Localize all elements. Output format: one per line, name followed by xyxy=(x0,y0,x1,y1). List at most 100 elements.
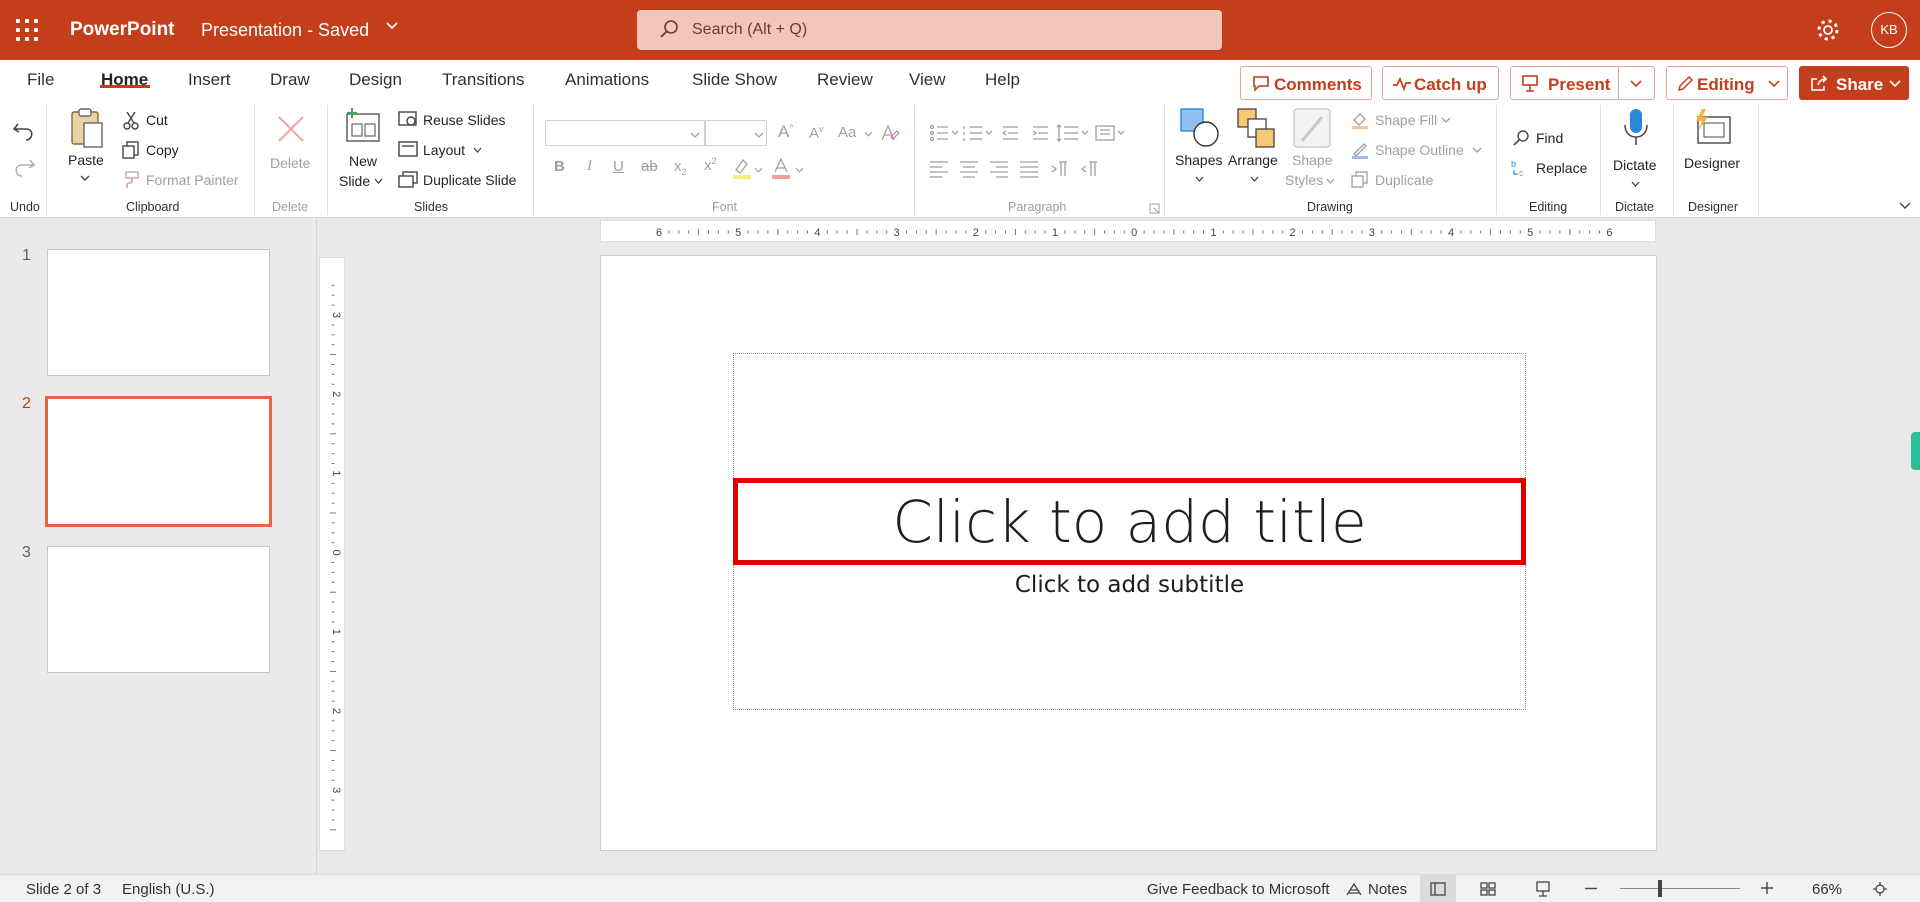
tab-draw[interactable]: Draw xyxy=(270,70,310,90)
delete-icon[interactable] xyxy=(276,114,306,144)
notes-button[interactable]: Notes xyxy=(1368,881,1407,898)
document-title[interactable]: Presentation - Saved xyxy=(201,20,369,41)
replace-button[interactable]: Replace xyxy=(1536,160,1587,176)
chevron-down-icon[interactable] xyxy=(1194,175,1205,184)
subtitle-placeholder[interactable]: Click to add subtitle xyxy=(733,572,1526,598)
title-placeholder[interactable]: Click to add title xyxy=(733,478,1526,565)
comments-button[interactable]: Comments xyxy=(1240,66,1372,100)
tab-help[interactable]: Help xyxy=(985,70,1020,90)
paste-icon[interactable] xyxy=(70,107,104,149)
shape-styles-label-1[interactable]: Shape xyxy=(1292,152,1332,168)
layout-button[interactable]: Layout xyxy=(423,142,465,158)
designer-icon[interactable] xyxy=(1692,107,1732,147)
arrange-button[interactable]: Arrange xyxy=(1228,152,1278,168)
tab-transitions[interactable]: Transitions xyxy=(442,70,525,90)
chevron-down-icon[interactable] xyxy=(864,130,873,138)
undo-icon[interactable] xyxy=(12,120,36,142)
new-slide-icon[interactable] xyxy=(344,106,382,144)
duplicate-slide-button[interactable]: Duplicate Slide xyxy=(423,172,516,188)
copy-button[interactable]: Copy xyxy=(146,142,179,158)
designer-button[interactable]: Designer xyxy=(1684,155,1740,171)
chevron-down-icon[interactable] xyxy=(472,146,483,155)
microphone-icon[interactable] xyxy=(1622,107,1650,149)
chevron-down-icon[interactable] xyxy=(385,18,399,37)
format-painter-button[interactable]: Format Painter xyxy=(146,172,239,188)
superscript-button[interactable]: x2 xyxy=(704,156,717,174)
present-button[interactable]: Present xyxy=(1510,66,1655,100)
new-slide-label-2[interactable]: Slide xyxy=(339,173,370,189)
tab-review[interactable]: Review xyxy=(817,70,873,90)
slide-thumbnail-3[interactable] xyxy=(47,546,270,673)
strikethrough-button[interactable]: ab xyxy=(641,158,658,175)
chevron-down-icon[interactable] xyxy=(373,177,384,186)
dialog-launcher-icon[interactable] xyxy=(1149,203,1160,214)
shape-fill-button[interactable]: Shape Fill xyxy=(1375,112,1437,128)
reuse-slides-button[interactable]: Reuse Slides xyxy=(423,112,506,128)
dictate-button[interactable]: Dictate xyxy=(1613,157,1657,173)
zoom-out-icon[interactable] xyxy=(1584,887,1598,890)
app-name[interactable]: PowerPoint xyxy=(70,19,175,41)
search-box[interactable]: Search (Alt + Q) xyxy=(637,10,1222,50)
slide-thumbnail-2[interactable] xyxy=(45,396,272,527)
slide-sorter-icon[interactable] xyxy=(1480,882,1496,896)
share-button[interactable]: Share xyxy=(1799,66,1909,100)
alignment-controls[interactable] xyxy=(928,158,1128,180)
tab-insert[interactable]: Insert xyxy=(188,70,231,90)
bold-button[interactable]: B xyxy=(554,158,565,175)
side-panel-handle[interactable] xyxy=(1911,432,1920,470)
subscript-button[interactable]: x2 xyxy=(674,158,687,177)
chevron-down-icon[interactable] xyxy=(1325,177,1336,186)
chevron-down-icon[interactable] xyxy=(1249,175,1260,184)
avatar[interactable]: KB xyxy=(1871,12,1907,48)
catch-up-button[interactable]: Catch up xyxy=(1382,66,1499,100)
shapes-icon[interactable] xyxy=(1179,107,1221,149)
zoom-slider-thumb[interactable] xyxy=(1658,880,1663,897)
gear-icon[interactable] xyxy=(1815,17,1841,43)
shape-outline-button[interactable]: Shape Outline xyxy=(1375,142,1464,158)
duplicate-button[interactable]: Duplicate xyxy=(1375,172,1433,188)
language-indicator[interactable]: English (U.S.) xyxy=(122,881,215,898)
collapse-ribbon-icon[interactable] xyxy=(1898,201,1912,211)
zoom-in-icon[interactable] xyxy=(1760,881,1774,895)
shapes-button[interactable]: Shapes xyxy=(1175,152,1222,168)
chevron-down-icon[interactable] xyxy=(795,166,804,174)
tab-animations[interactable]: Animations xyxy=(565,70,649,90)
shrink-font-icon[interactable]: Av xyxy=(809,124,824,142)
reading-view-icon[interactable] xyxy=(1535,881,1551,897)
new-slide-label-1[interactable]: New xyxy=(349,153,377,169)
shape-styles-label-2[interactable]: Styles xyxy=(1285,172,1323,188)
find-button[interactable]: Find xyxy=(1536,130,1563,146)
font-size-dropdown[interactable] xyxy=(705,120,767,146)
highlight-icon[interactable] xyxy=(731,156,753,180)
redo-icon[interactable] xyxy=(12,156,36,178)
chevron-down-icon[interactable] xyxy=(1472,146,1482,154)
italic-button[interactable]: I xyxy=(587,158,592,175)
fit-to-window-icon[interactable] xyxy=(1872,881,1888,897)
chevron-down-icon[interactable] xyxy=(1629,78,1643,90)
delete-button[interactable]: Delete xyxy=(270,155,310,171)
chevron-down-icon[interactable] xyxy=(1441,116,1451,124)
tab-file[interactable]: File xyxy=(27,70,54,90)
change-case-button[interactable]: Aa xyxy=(838,124,856,141)
underline-button[interactable]: U xyxy=(613,158,624,175)
chevron-down-icon[interactable] xyxy=(79,173,91,183)
cut-button[interactable]: Cut xyxy=(146,112,168,128)
font-color-icon[interactable] xyxy=(770,156,792,180)
chevron-down-icon[interactable] xyxy=(1630,180,1641,189)
tab-view[interactable]: View xyxy=(909,70,946,90)
tab-design[interactable]: Design xyxy=(349,70,402,90)
app-launcher-icon[interactable] xyxy=(16,19,38,41)
grow-font-icon[interactable]: A^ xyxy=(778,122,794,142)
slide-thumbnail-1[interactable] xyxy=(47,249,270,376)
shape-styles-icon[interactable] xyxy=(1292,107,1332,149)
font-name-dropdown[interactable] xyxy=(545,120,705,146)
zoom-level[interactable]: 66% xyxy=(1812,881,1842,898)
chevron-down-icon[interactable] xyxy=(754,166,763,174)
arrange-icon[interactable] xyxy=(1236,107,1276,149)
editing-mode-button[interactable]: Editing xyxy=(1666,66,1788,100)
clear-formatting-icon[interactable] xyxy=(878,122,900,144)
tab-slide-show[interactable]: Slide Show xyxy=(692,70,777,90)
zoom-slider-track[interactable] xyxy=(1620,888,1740,889)
paste-button[interactable]: Paste xyxy=(68,152,104,168)
normal-view-button[interactable] xyxy=(1420,875,1456,902)
